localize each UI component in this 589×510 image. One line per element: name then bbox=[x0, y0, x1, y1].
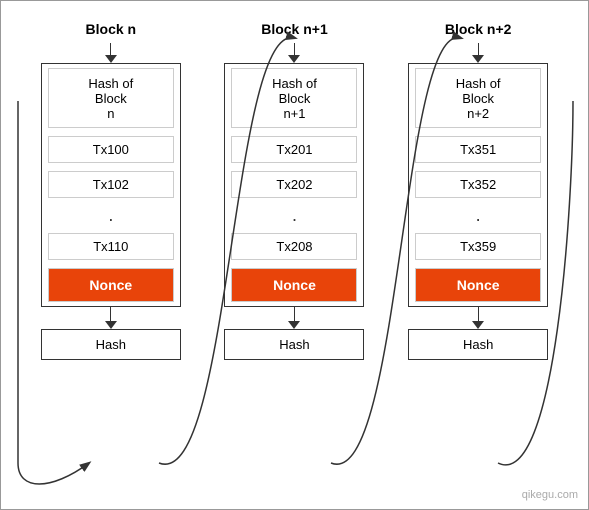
block-n2-column: Block n+2 Hash ofBlockn+2 Tx351 Tx352 . … bbox=[401, 21, 556, 360]
tx-n1-1: Tx201 bbox=[231, 136, 357, 163]
block-n-box: Hash ofBlockn Tx100 Tx102 . Tx110 Nonce bbox=[41, 63, 181, 307]
output-arrow-n2 bbox=[472, 307, 484, 329]
block-n1-title: Block n+1 bbox=[261, 21, 328, 37]
block-n1-box: Hash ofBlockn+1 Tx201 Tx202 . Tx208 Nonc… bbox=[224, 63, 364, 307]
block-n2-title: Block n+2 bbox=[445, 21, 512, 37]
tx-n-1: Tx100 bbox=[48, 136, 174, 163]
hash-output-n: Hash bbox=[41, 329, 181, 360]
tx-n-2: Tx102 bbox=[48, 171, 174, 198]
dots-n1: . bbox=[231, 203, 357, 228]
top-arrow-n bbox=[105, 43, 117, 63]
nonce-n1: Nonce bbox=[231, 268, 357, 302]
watermark: qikegu.com bbox=[522, 489, 578, 501]
hash-of-block-n: Hash ofBlockn bbox=[48, 68, 174, 128]
block-n1-column: Block n+1 Hash ofBlockn+1 Tx201 Tx202 . … bbox=[217, 21, 372, 360]
nonce-n: Nonce bbox=[48, 268, 174, 302]
nonce-n2: Nonce bbox=[415, 268, 541, 302]
output-arrow-n bbox=[105, 307, 117, 329]
hash-output-n1: Hash bbox=[224, 329, 364, 360]
top-arrow-n2 bbox=[472, 43, 484, 63]
output-arrow-n1 bbox=[288, 307, 300, 329]
hash-label-n2: Hash bbox=[409, 330, 547, 359]
tx-n2-3: Tx359 bbox=[415, 233, 541, 260]
dots-n2: . bbox=[415, 203, 541, 228]
tx-n-3: Tx110 bbox=[48, 233, 174, 260]
blockchain-diagram: Block n Hash ofBlockn Tx100 Tx102 . Tx11… bbox=[1, 1, 588, 509]
block-n2-box: Hash ofBlockn+2 Tx351 Tx352 . Tx359 Nonc… bbox=[408, 63, 548, 307]
top-arrow-n1 bbox=[288, 43, 300, 63]
hash-output-n2: Hash bbox=[408, 329, 548, 360]
hash-of-block-n1: Hash ofBlockn+1 bbox=[231, 68, 357, 128]
tx-n2-1: Tx351 bbox=[415, 136, 541, 163]
tx-n2-2: Tx352 bbox=[415, 171, 541, 198]
tx-n1-2: Tx202 bbox=[231, 171, 357, 198]
dots-n: . bbox=[48, 203, 174, 228]
hash-of-block-n2: Hash ofBlockn+2 bbox=[415, 68, 541, 128]
hash-label-n1: Hash bbox=[225, 330, 363, 359]
hash-label-n: Hash bbox=[42, 330, 180, 359]
tx-n1-3: Tx208 bbox=[231, 233, 357, 260]
block-n-title: Block n bbox=[86, 21, 137, 37]
block-n-column: Block n Hash ofBlockn Tx100 Tx102 . Tx11… bbox=[33, 21, 188, 360]
